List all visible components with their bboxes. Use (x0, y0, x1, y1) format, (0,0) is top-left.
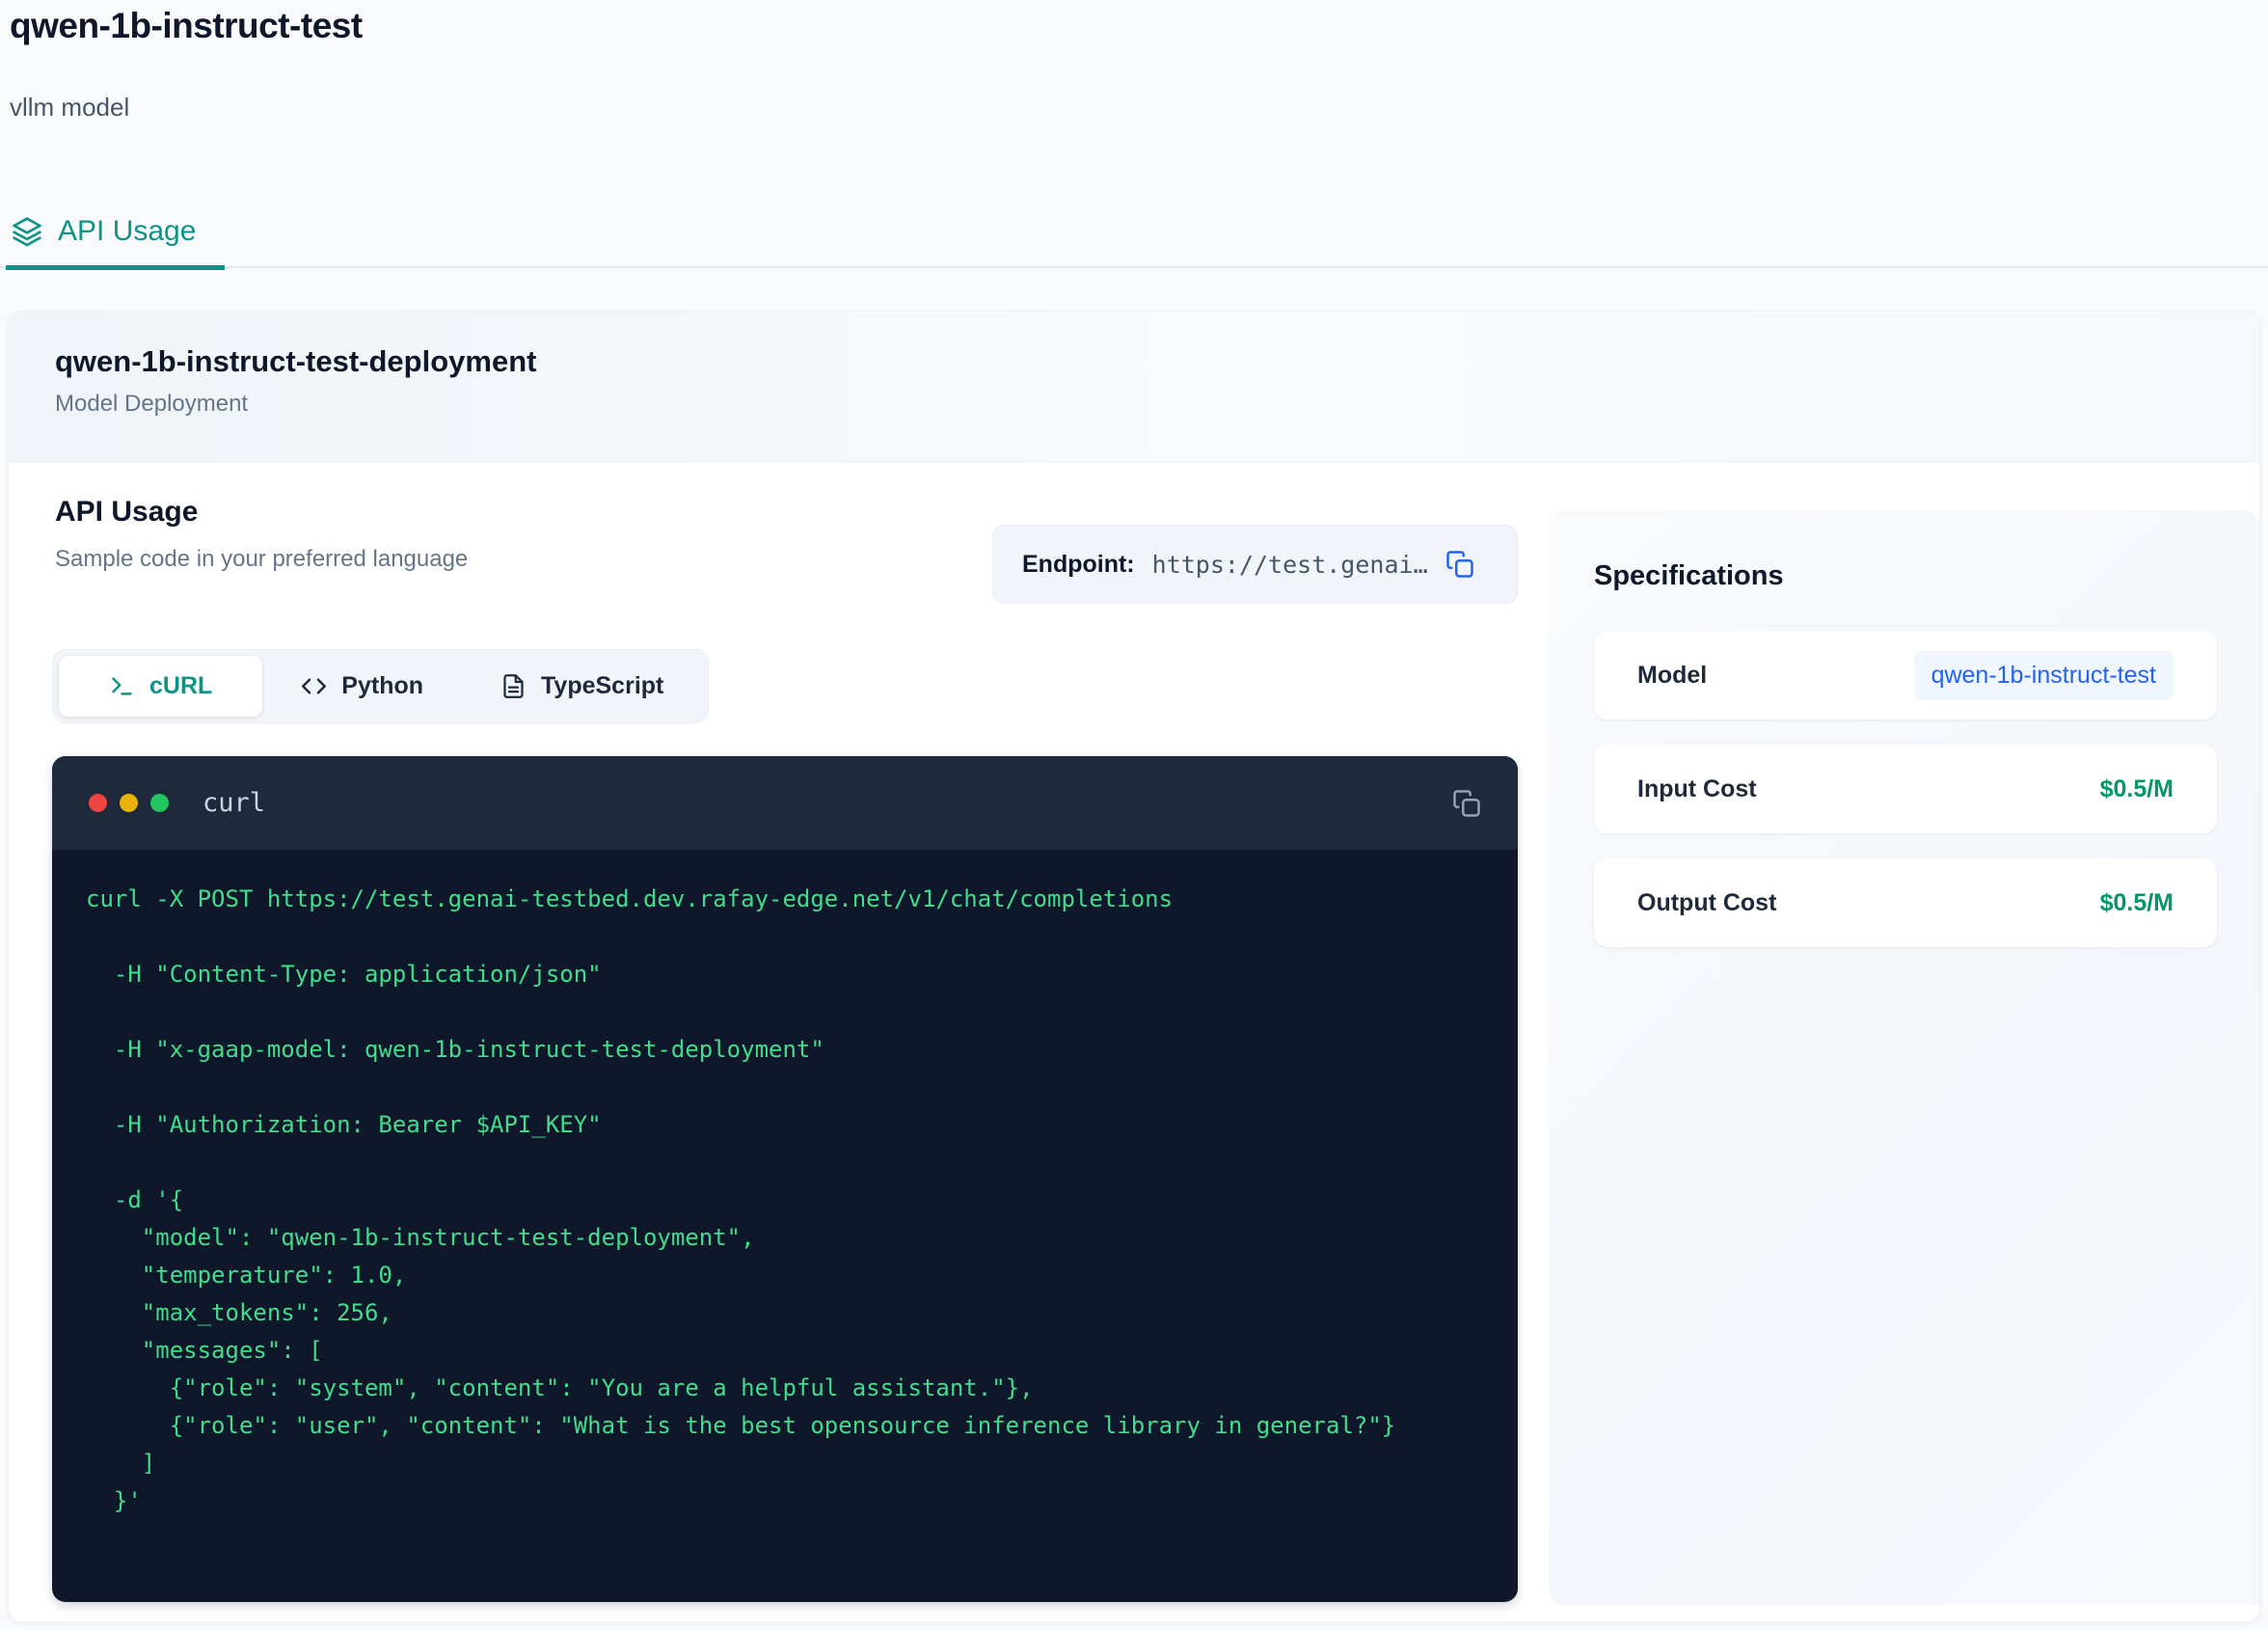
language-tab-group: cURL Python TypeScri (52, 649, 709, 723)
spec-label: Input Cost (1637, 775, 1757, 803)
code-sample[interactable]: curl -X POST https://test.genai-testbed.… (52, 850, 1518, 1520)
tab-typescript-label: TypeScript (541, 672, 663, 700)
top-tab-bar: API Usage (0, 197, 2268, 268)
tab-python-label: Python (341, 672, 423, 700)
terminal-icon (109, 673, 135, 699)
deployment-card-body: API Usage Sample code in your preferred … (9, 463, 2259, 1622)
tab-curl-label: cURL (149, 672, 212, 700)
page-subtitle: vllm model (10, 93, 129, 122)
deployment-card: qwen-1b-instruct-test-deployment Model D… (8, 311, 2260, 1622)
output-cost-value: $0.5/M (2100, 889, 2174, 917)
api-usage-column: API Usage Sample code in your preferred … (52, 463, 1518, 1622)
spec-label: Model (1637, 662, 1707, 690)
endpoint-copy-button[interactable] (1445, 550, 1474, 579)
window-dot-green (150, 794, 169, 812)
api-usage-heading: API Usage (55, 496, 198, 529)
layers-icon (12, 216, 42, 247)
endpoint-label: Endpoint: (1022, 551, 1135, 579)
endpoint-value: https://test.genai… (1152, 551, 1428, 579)
specifications-panel: Specifications Model qwen-1b-instruct-te… (1549, 510, 2259, 1605)
model-badge[interactable]: qwen-1b-instruct-test (1914, 651, 2174, 700)
copy-icon (1445, 550, 1474, 579)
spec-row-output-cost: Output Cost $0.5/M (1594, 858, 2217, 947)
window-dot-yellow (120, 794, 138, 812)
deployment-subtitle: Model Deployment (55, 391, 2259, 418)
code-window-title: curl (202, 788, 265, 818)
code-titlebar: curl (52, 756, 1518, 850)
code-window: curl curl -X POST https://test.genai-tes… (52, 756, 1518, 1602)
deployment-title: qwen-1b-instruct-test-deployment (55, 344, 2259, 379)
code-icon (301, 673, 327, 699)
file-text-icon (500, 673, 526, 699)
window-dot-red (89, 794, 107, 812)
copy-icon (1452, 789, 1481, 818)
code-copy-button[interactable] (1452, 789, 1481, 818)
specifications-heading: Specifications (1549, 510, 2259, 592)
endpoint-pill[interactable]: Endpoint: https://test.genai… (992, 525, 1518, 604)
tab-curl[interactable]: cURL (59, 656, 262, 717)
input-cost-value: $0.5/M (2100, 775, 2174, 803)
spec-label: Output Cost (1637, 889, 1776, 917)
tab-api-usage-label: API Usage (58, 215, 196, 248)
tab-python[interactable]: Python (262, 656, 462, 717)
deployment-card-header: qwen-1b-instruct-test-deployment Model D… (9, 312, 2259, 463)
api-usage-subheading: Sample code in your preferred language (55, 546, 468, 573)
page-title: qwen-1b-instruct-test (10, 6, 363, 46)
specifications-rows: Model qwen-1b-instruct-test Input Cost $… (1594, 631, 2217, 947)
tab-api-usage[interactable]: API Usage (6, 197, 225, 270)
spec-row-model: Model qwen-1b-instruct-test (1594, 631, 2217, 720)
page: qwen-1b-instruct-test vllm model API Usa… (0, 0, 2268, 1630)
tab-typescript[interactable]: TypeScript (462, 656, 702, 717)
spec-row-input-cost: Input Cost $0.5/M (1594, 745, 2217, 833)
